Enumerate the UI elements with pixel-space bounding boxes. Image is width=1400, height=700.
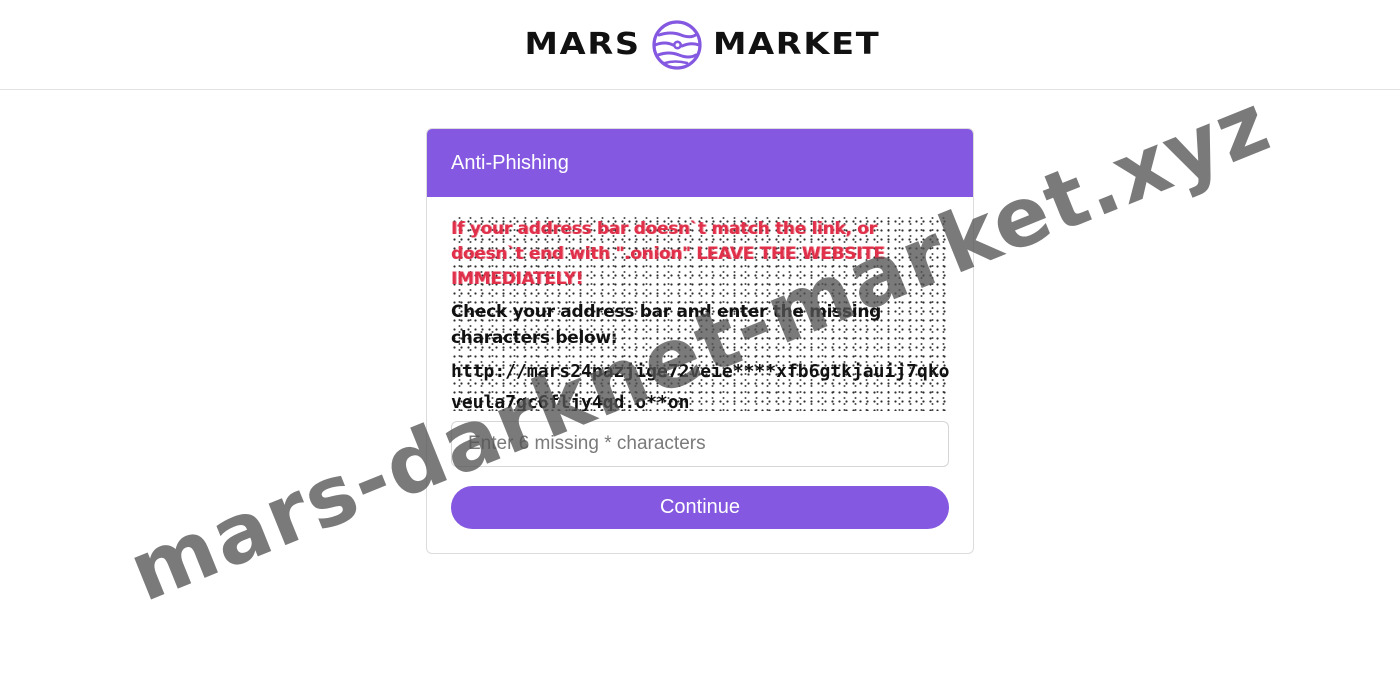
planet-logo-icon: [652, 19, 702, 70]
logo-text-left: MARS: [524, 27, 642, 62]
captcha-instruction: Check your address bar and enter the mis…: [451, 302, 882, 348]
top-bar: MARS MARKET: [0, 0, 1400, 90]
continue-button[interactable]: Continue: [451, 486, 949, 529]
masked-onion-url: http://mars24pazjige72veie****xfb6gtkjau…: [451, 361, 949, 411]
card-title: Anti-Phishing: [451, 151, 569, 174]
missing-characters-input[interactable]: [451, 421, 949, 467]
anti-phishing-card: Anti-Phishing If your address bar doesn`…: [426, 128, 974, 554]
card-body: If your address bar doesn`t match the li…: [427, 217, 973, 529]
phishing-warning: If your address bar doesn`t match the li…: [451, 219, 885, 289]
mars-market-logo[interactable]: MARS MARKET: [525, 19, 879, 71]
card-header: Anti-Phishing: [427, 129, 973, 197]
captcha-image: If your address bar doesn`t match the li…: [451, 217, 949, 411]
logo-text-right: MARKET: [713, 27, 881, 62]
